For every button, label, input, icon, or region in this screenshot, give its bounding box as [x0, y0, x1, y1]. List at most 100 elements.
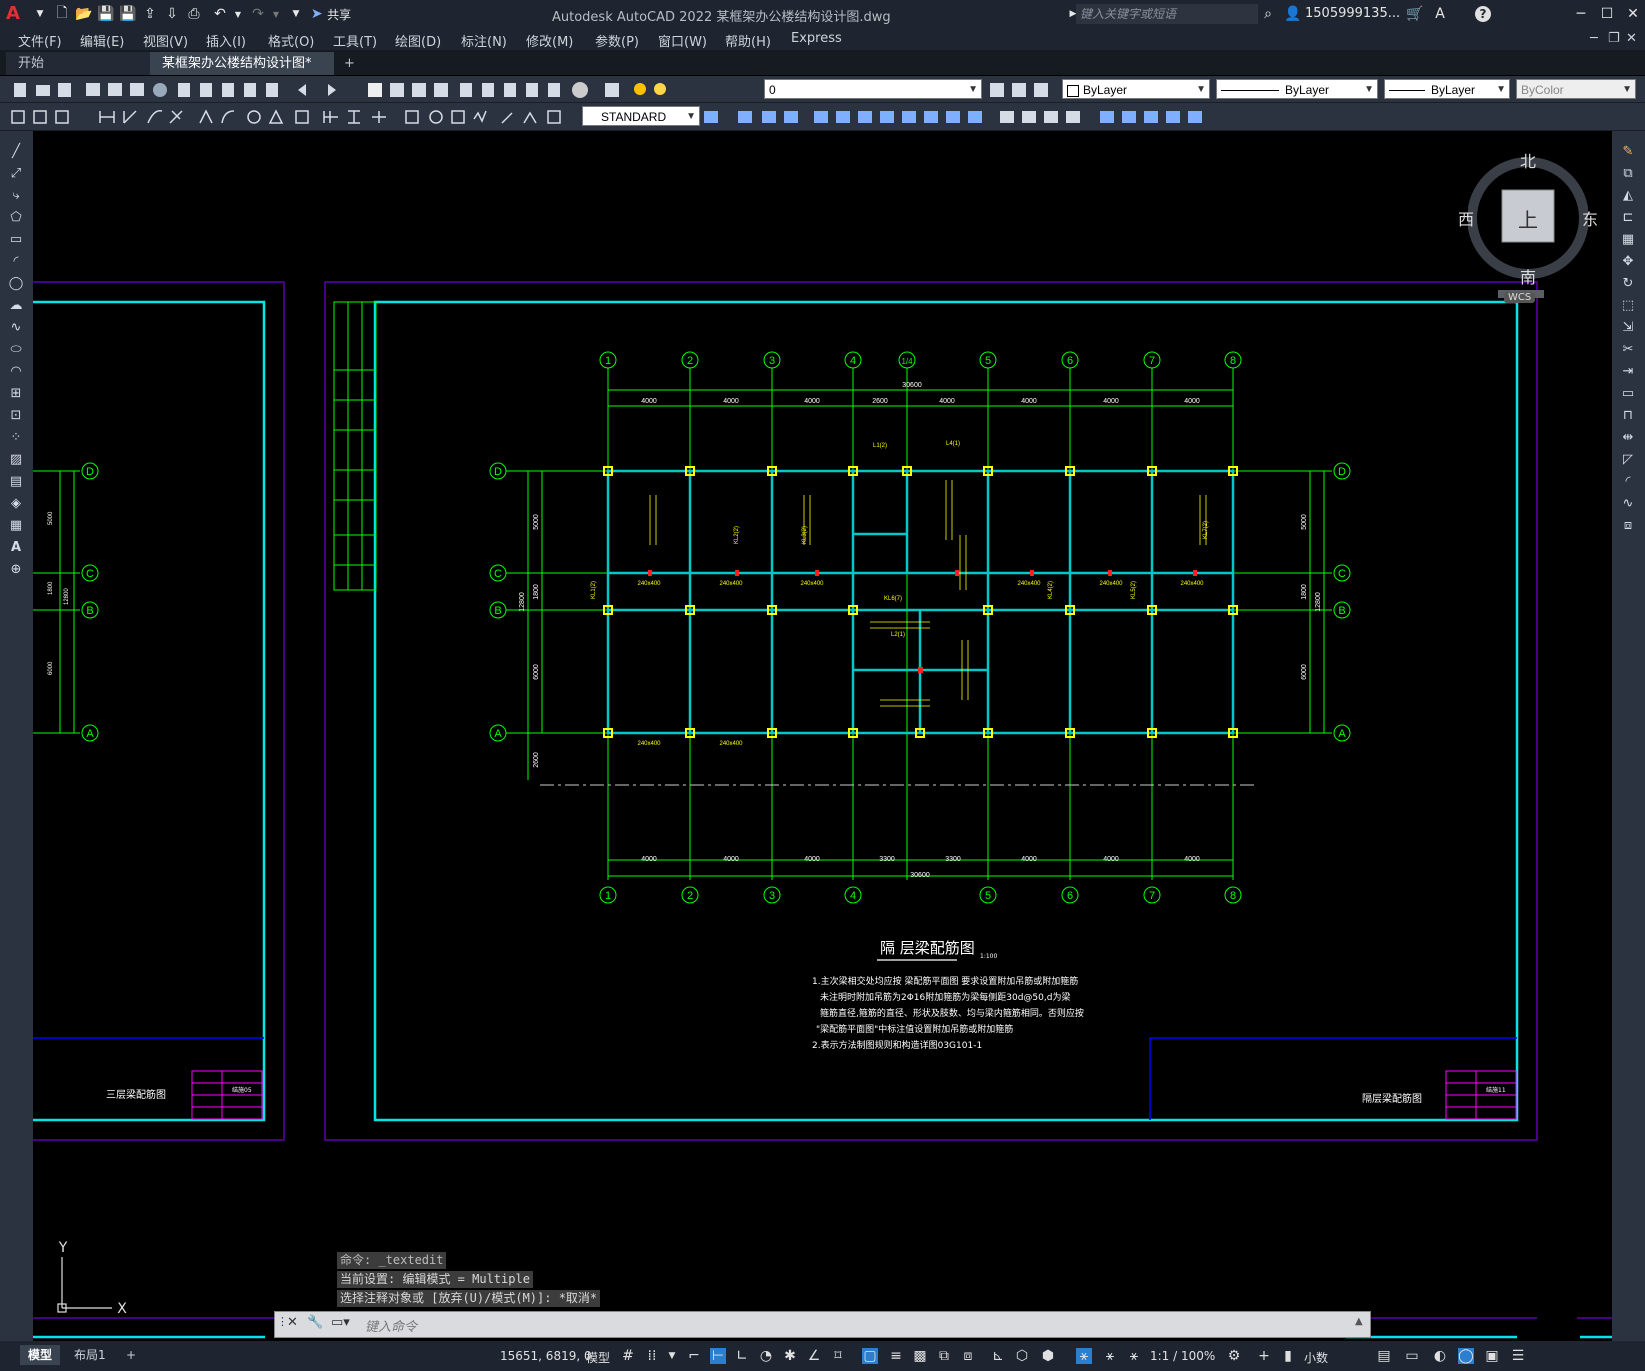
viewcube-top[interactable]: 上	[1518, 204, 1538, 233]
help-icon[interactable]: ?	[1475, 6, 1491, 22]
menu-draw[interactable]: 绘图(D)	[395, 31, 441, 50]
viewcube[interactable]: 北 南 西 东 上 WCS	[1458, 148, 1598, 304]
tab-model[interactable]: 模型	[20, 1345, 61, 1365]
redo-icon[interactable]: ↷	[248, 4, 268, 24]
recent-commands-icon[interactable]: ▭▾	[331, 1315, 350, 1330]
menu-insert[interactable]: 插入(I)	[206, 31, 246, 50]
autocad-logo-icon[interactable]: A	[6, 3, 28, 25]
mirror-icon[interactable]: ◭	[1618, 187, 1638, 205]
polar-tracking-icon[interactable]: ◔	[758, 1348, 774, 1364]
new-icon[interactable]: 🗋	[52, 4, 72, 24]
fillet-icon[interactable]: ◜	[1618, 473, 1638, 491]
add-selected-icon[interactable]: ⊕	[6, 561, 26, 579]
menu-file[interactable]: 文件(F)	[18, 31, 62, 50]
isodraft-icon[interactable]: ✱	[782, 1348, 798, 1364]
open-web-icon[interactable]: ⇪	[140, 4, 160, 24]
textstyle-select[interactable]: STANDARD ▼	[582, 106, 700, 126]
autoscale-icon[interactable]: ⚹	[1102, 1348, 1118, 1364]
menu-window[interactable]: 窗口(W)	[658, 31, 707, 50]
isolate-objects-icon[interactable]: ◐	[1432, 1348, 1448, 1364]
erase-icon[interactable]: ✎	[1618, 143, 1638, 161]
linetype-select[interactable]: ByLayer ▼	[1216, 79, 1378, 99]
add-layout-button[interactable]: +	[118, 1345, 144, 1365]
menu-format[interactable]: 格式(O)	[268, 31, 314, 50]
annotation-scale[interactable]: 1:1 / 100%	[1150, 1349, 1215, 1363]
wcs-menu[interactable]: WCS	[1504, 292, 1536, 303]
circle-icon[interactable]: ◯	[6, 275, 26, 293]
array-icon[interactable]: ▦	[1618, 231, 1638, 249]
dynamic-input-icon[interactable]: ⊢	[710, 1348, 726, 1364]
modify-toolbar-icons[interactable]	[702, 107, 1222, 127]
transparency-icon[interactable]: ▩	[912, 1348, 928, 1364]
tab-start[interactable]: 开始	[6, 52, 150, 75]
command-close-icon[interactable]: ✕	[287, 1315, 298, 1330]
move-icon[interactable]: ✥	[1618, 253, 1638, 271]
save-icon[interactable]: 💾	[96, 4, 116, 24]
break-at-point-icon[interactable]: ▭	[1618, 385, 1638, 403]
viewcube-north[interactable]: 北	[1520, 148, 1536, 172]
doc-close-icon[interactable]: ✕	[1626, 31, 1637, 46]
object-snap-tracking-icon[interactable]: ∠	[806, 1348, 822, 1364]
doc-minimize-icon[interactable]: ─	[1590, 31, 1598, 46]
spline-icon[interactable]: ∿	[6, 319, 26, 337]
quick-properties-icon[interactable]: ▤	[1376, 1348, 1392, 1364]
3d-osnap-icon[interactable]: ⧈	[960, 1348, 976, 1364]
units-icon[interactable]: ▮	[1280, 1348, 1296, 1364]
cart-icon[interactable]: 🛒	[1405, 4, 1425, 24]
viewcube-east[interactable]: 东	[1582, 206, 1598, 230]
menu-parametric[interactable]: 参数(P)	[595, 31, 639, 50]
clean-screen-icon[interactable]: ▣	[1484, 1348, 1500, 1364]
rectangle-icon[interactable]: ▭	[6, 231, 26, 249]
trim-icon[interactable]: ✂	[1618, 341, 1638, 359]
viewcube-west[interactable]: 西	[1458, 206, 1474, 230]
polygon-icon[interactable]: ⬠	[6, 209, 26, 227]
menu-dimension[interactable]: 标注(N)	[461, 31, 507, 50]
snap-icon[interactable]: ⁞⁞	[644, 1348, 660, 1364]
drawing-area[interactable]: D C B A 5000 1800 6000 12800 三层梁配筋图 结施05	[33, 131, 1612, 1341]
chamfer-icon[interactable]: ◸	[1618, 451, 1638, 469]
redo-dropdown-icon[interactable]: ▼	[266, 4, 286, 24]
menu-express[interactable]: Express	[791, 31, 842, 46]
lock-ui-icon[interactable]: ▭	[1404, 1348, 1420, 1364]
insert-block-icon[interactable]: ⊞	[6, 385, 26, 403]
layer-tools-icons[interactable]	[988, 80, 1058, 100]
command-input[interactable]: 键入命令	[365, 1316, 417, 1335]
gizmo-icon[interactable]: ⬢	[1040, 1348, 1056, 1364]
user-name[interactable]: 1505999135...	[1305, 6, 1400, 21]
offset-icon[interactable]: ⊏	[1618, 209, 1638, 227]
ellipse-icon[interactable]: ⬭	[6, 341, 26, 359]
dimension-toolbar-icons[interactable]	[8, 107, 583, 127]
copy-icon[interactable]: ⧉	[1618, 165, 1638, 183]
selection-filter-icon[interactable]: ⬡	[1014, 1348, 1030, 1364]
construction-line-icon[interactable]: ⤢	[6, 165, 26, 183]
stretch-icon[interactable]: ⇲	[1618, 319, 1638, 337]
lineweight-select[interactable]: ByLayer ▼	[1384, 79, 1510, 99]
menu-edit[interactable]: 编辑(E)	[80, 31, 124, 50]
new-tab-button[interactable]: +	[332, 52, 367, 75]
point-icon[interactable]: ⁘	[6, 429, 26, 447]
maximize-icon[interactable]: ☐	[1594, 4, 1620, 24]
workspace-gear-icon[interactable]: ⚙	[1226, 1348, 1242, 1364]
share-button[interactable]: ➤ 共享	[306, 4, 356, 24]
command-history-toggle-icon[interactable]: ▲	[1355, 1316, 1363, 1327]
ortho-icon[interactable]: ∟	[734, 1348, 750, 1364]
color-select[interactable]: ByLayer ▼	[1062, 79, 1210, 99]
viewcube-south[interactable]: 南	[1520, 264, 1536, 288]
plot-icon[interactable]: ⎙	[184, 4, 204, 24]
standard-toolbar-icons[interactable]	[10, 80, 670, 100]
open-icon[interactable]: 📂	[74, 4, 94, 24]
gradient-icon[interactable]: ▤	[6, 473, 26, 491]
close-icon[interactable]: ✕	[1620, 4, 1645, 24]
mtext-icon[interactable]: A	[6, 539, 26, 557]
region-icon[interactable]: ◈	[6, 495, 26, 513]
scale-icon[interactable]: ⬚	[1618, 297, 1638, 315]
object-snap-active-icon[interactable]: ▢	[862, 1348, 878, 1364]
search-input[interactable]: 键入关键字或短语	[1076, 4, 1258, 24]
layer-select[interactable]: 0 ▼	[764, 79, 982, 99]
plotstyle-select[interactable]: ByColor ▼	[1516, 79, 1636, 99]
minimize-icon[interactable]: ─	[1568, 4, 1594, 24]
customize-quickaccess-icon[interactable]: ▼	[286, 4, 306, 24]
ucs-dynamic-icon[interactable]: ⊾	[990, 1348, 1006, 1364]
annotation-monitor-icon[interactable]: +	[1256, 1348, 1272, 1364]
tab-drawing[interactable]: 某框架办公楼结构设计图* ✕	[150, 52, 334, 94]
